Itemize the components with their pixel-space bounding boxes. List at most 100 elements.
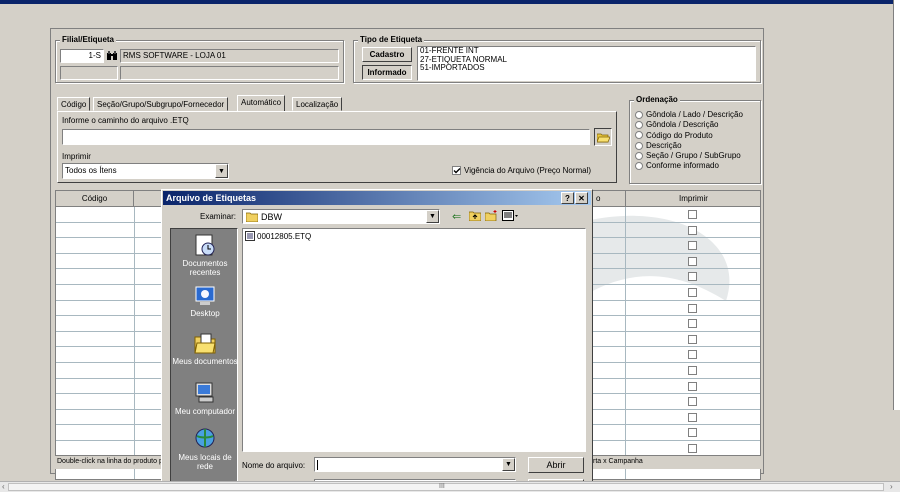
new-folder-icon[interactable] [484, 210, 498, 223]
my-documents-icon [194, 333, 216, 354]
scroll-right-icon[interactable]: › [890, 482, 893, 491]
imprimir-checkbox[interactable] [688, 350, 697, 360]
file-icon [245, 231, 255, 241]
imprimir-checkbox[interactable] [688, 241, 697, 251]
imprimir-checkbox[interactable] [688, 272, 697, 282]
print-select[interactable]: Todos os Ítens ▼ [62, 163, 229, 179]
right-edge [893, 0, 900, 410]
examinar-label: Examinar: [200, 212, 237, 221]
header-codigo[interactable]: Código [56, 191, 134, 207]
imprimir-checkbox[interactable] [688, 366, 697, 375]
ordenacao-option[interactable]: Conforme informado [635, 161, 743, 171]
tab-automatico[interactable]: Automático [237, 95, 286, 111]
imprimir-checkbox[interactable] [688, 334, 697, 344]
radio-icon [635, 121, 643, 130]
horizontal-scrollbar[interactable]: ‹ III › [0, 481, 900, 492]
filial-code-field[interactable]: 1-S [60, 49, 104, 63]
imprimir-checkbox[interactable] [688, 444, 697, 453]
ordenacao-option[interactable]: Descrição [635, 141, 743, 151]
print-label: Imprimir [62, 152, 91, 161]
place-recent[interactable]: Documentos recentes [171, 233, 239, 277]
ordenacao-option[interactable]: Seção / Grupo / SubGrupo [635, 151, 743, 161]
ordenacao-option[interactable]: Gôndola / Lado / Descrição [635, 110, 743, 120]
scroll-thumb[interactable]: III [8, 483, 884, 491]
tipo-group: Tipo de Etiqueta Cadastro Informado 01-F… [353, 35, 761, 83]
filial-group: Filial/Etiqueta 1-S RMS SOFTWARE - LOJA … [55, 35, 344, 83]
ordenacao-options: Gôndola / Lado / Descrição Gôndola / Des… [635, 110, 743, 172]
tab-secao[interactable]: Seção/Grupo/Subgrupo/Fornecedor [93, 97, 229, 111]
imprimir-checkbox[interactable] [688, 288, 697, 297]
ordenacao-option[interactable]: Código do Produto [635, 131, 743, 141]
radio-icon [635, 131, 643, 140]
close-button[interactable]: ✕ [575, 192, 588, 204]
scroll-grip: III [439, 483, 445, 490]
radio-icon [635, 110, 643, 119]
dialog-title: Arquivo de Etiquetas [166, 193, 257, 203]
imprimir-checkbox[interactable] [688, 303, 697, 313]
file-name: 00012805.ETQ [257, 231, 312, 241]
file-dialog: Arquivo de Etiquetas ? ✕ Examinar: DBW ▼… [161, 189, 593, 492]
imprimir-checkbox[interactable] [688, 210, 697, 219]
imprimir-checkbox[interactable] [688, 225, 697, 235]
browse-folder-button[interactable] [594, 128, 612, 146]
place-network[interactable]: Meus locais de rede [171, 427, 239, 471]
open-button[interactable]: Abrir [528, 457, 584, 473]
imprimir-checkbox[interactable] [688, 412, 697, 422]
dialog-titlebar[interactable]: Arquivo de Etiquetas ? ✕ [163, 191, 591, 205]
print-select-value: Todos os Ítens [65, 166, 117, 175]
tipo-title: Tipo de Etiqueta [358, 35, 425, 44]
header-o[interactable]: o [596, 191, 600, 207]
radio-icon [635, 152, 643, 161]
radio-icon [635, 141, 643, 150]
network-icon [195, 428, 215, 448]
recent-docs-icon [195, 234, 215, 256]
tab-page: Informe o caminho do arquivo .ETQ Imprim… [57, 111, 617, 183]
vigencia-checkbox[interactable]: Vigência do Arquivo (Preço Normal) [452, 166, 591, 175]
checkmark-icon [453, 168, 461, 174]
back-icon[interactable]: ⇐ [452, 210, 461, 223]
tipo-list[interactable]: 01-FRENTE INT 27-ETIQUETA NORMAL 51-IMPO… [417, 46, 756, 81]
imprimir-checkbox[interactable] [688, 428, 697, 438]
file-list[interactable]: 00012805.ETQ [242, 228, 586, 452]
filial-title: Filial/Etiqueta [60, 35, 117, 44]
tipo-line: 51-IMPORTADOS [420, 63, 485, 72]
header-imprimir[interactable]: Imprimir [625, 191, 760, 207]
informado-button[interactable]: Informado [362, 65, 412, 80]
vigencia-label: Vigência do Arquivo (Preço Normal) [464, 166, 592, 175]
imprimir-checkbox[interactable] [688, 397, 697, 407]
chevron-down-icon[interactable]: ▼ [502, 458, 515, 471]
title-bar-edge [0, 0, 900, 4]
ordenacao-group: Ordenação Gôndola / Lado / Descrição Gôn… [629, 95, 761, 184]
folder-icon [246, 212, 258, 222]
radio-icon [635, 162, 643, 171]
ordenacao-option[interactable]: Gôndola / Descrição [635, 120, 743, 130]
my-computer-icon [195, 382, 214, 403]
tab-codigo[interactable]: Código [57, 97, 91, 111]
tab-localizacao[interactable]: Localização [292, 97, 343, 111]
place-desktop[interactable]: Desktop [171, 285, 239, 318]
imprimir-checkbox[interactable] [688, 256, 697, 266]
text-cursor [317, 460, 318, 470]
path-input[interactable] [62, 129, 590, 145]
binoculars-icon[interactable] [106, 50, 118, 62]
file-item[interactable]: 00012805.ETQ [245, 231, 311, 241]
ordenacao-title: Ordenação [634, 95, 680, 104]
place-my-documents[interactable]: Meus documentos [171, 331, 239, 366]
chevron-down-icon[interactable]: ▼ [426, 210, 439, 223]
cadastro-button[interactable]: Cadastro [362, 47, 412, 62]
imprimir-checkbox[interactable] [688, 381, 697, 391]
chevron-down-icon[interactable]: ▼ [215, 164, 228, 178]
folder-select[interactable]: DBW ▼ [242, 209, 440, 224]
filial-name-field: RMS SOFTWARE - LOJA 01 [120, 49, 339, 63]
vigencia-check[interactable] [452, 166, 461, 175]
imprimir-checkbox[interactable] [688, 319, 697, 329]
filename-label: Nome do arquivo: [242, 461, 306, 470]
filename-input[interactable]: ▼ [314, 457, 516, 472]
help-button[interactable]: ? [561, 192, 574, 204]
place-my-computer[interactable]: Meu computador [171, 381, 239, 416]
status-left: Double-click na linha do produto p [57, 458, 163, 465]
view-menu-icon[interactable] [502, 210, 518, 223]
scroll-left-icon[interactable]: ‹ [2, 482, 5, 491]
up-folder-icon[interactable] [468, 210, 482, 223]
desktop-icon [195, 286, 215, 305]
